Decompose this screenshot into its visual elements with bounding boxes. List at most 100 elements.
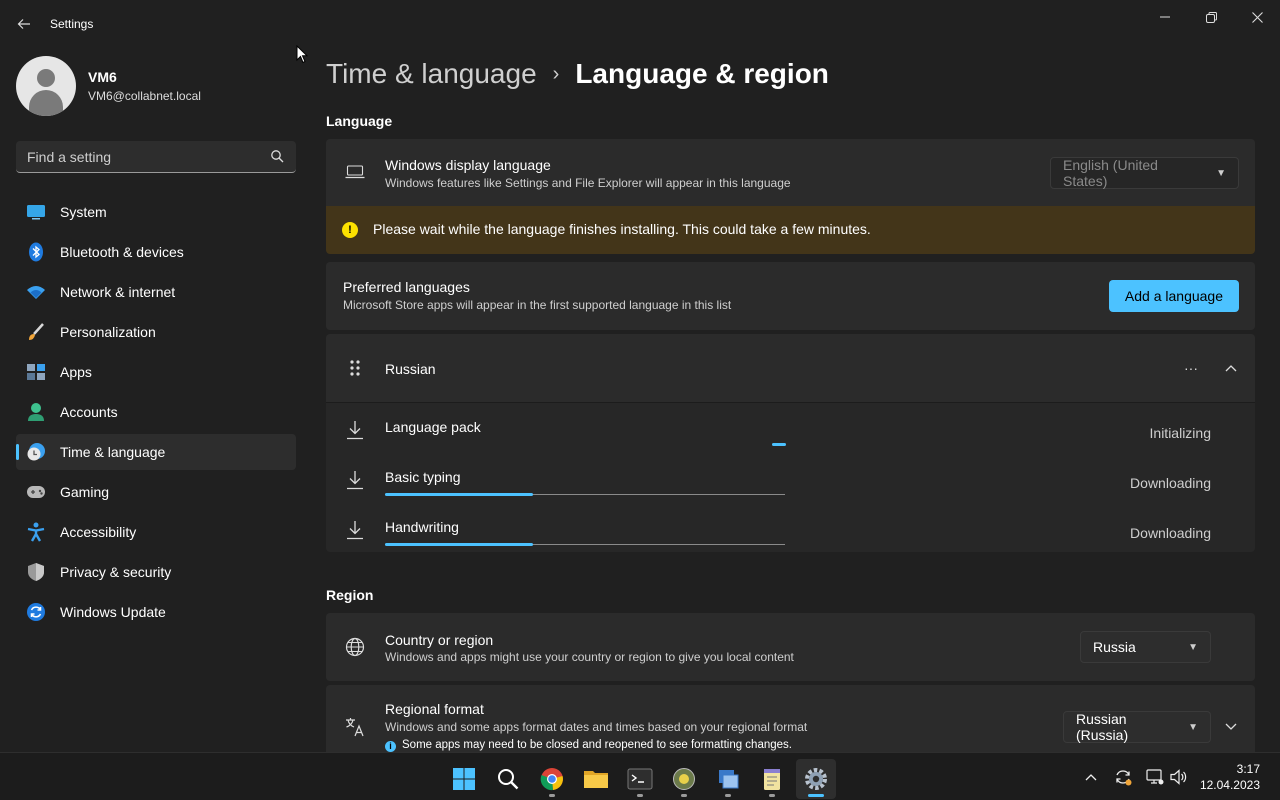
sidebar-item-accounts[interactable]: Accounts	[16, 394, 296, 430]
feature-status: Downloading	[1130, 475, 1211, 491]
tray-sync[interactable]	[1113, 767, 1133, 787]
close-icon	[1251, 11, 1263, 23]
page-title: Language & region	[575, 58, 829, 89]
sidebar-item-bluetooth[interactable]: Bluetooth & devices	[16, 234, 296, 270]
close-button[interactable]	[1234, 6, 1280, 28]
bluetooth-icon	[26, 242, 46, 262]
taskbar-app-2[interactable]	[708, 759, 748, 799]
taskbar-chrome[interactable]	[532, 759, 572, 799]
tray-volume[interactable]	[1169, 767, 1189, 787]
sidebar-nav: System Bluetooth & devices Network & int…	[16, 194, 296, 634]
mouse-cursor-icon	[296, 45, 308, 64]
regional-format-dropdown[interactable]: Russian (Russia) ▼	[1063, 711, 1211, 743]
section-title-region: Region	[326, 587, 374, 603]
sidebar-item-label: Network & internet	[60, 284, 176, 300]
sidebar-item-label: Privacy & security	[60, 564, 172, 580]
minimize-button[interactable]	[1142, 6, 1188, 28]
country-dropdown[interactable]: Russia ▼	[1080, 631, 1211, 663]
chrome-icon	[540, 768, 563, 791]
profile-name: VM6	[88, 69, 117, 85]
section-title-language: Language	[326, 113, 393, 129]
sidebar-item-label: Gaming	[60, 484, 110, 500]
start-button[interactable]	[444, 759, 484, 799]
sidebar-item-label: Apps	[60, 364, 92, 380]
tray-network[interactable]	[1145, 767, 1165, 787]
regional-format-icon	[344, 716, 366, 738]
restore-button[interactable]	[1188, 6, 1234, 28]
taskbar-settings[interactable]	[796, 759, 836, 799]
gamepad-icon	[26, 482, 46, 502]
settings-icon	[805, 768, 827, 790]
feature-status: Initializing	[1149, 425, 1211, 441]
sidebar-item-label: Accessibility	[60, 524, 137, 540]
tray-overflow-button[interactable]	[1081, 767, 1101, 787]
sidebar-item-apps[interactable]: Apps	[16, 354, 296, 390]
taskbar-app-1[interactable]	[664, 759, 704, 799]
preferred-languages-subtitle: Microsoft Store apps will appear in the …	[343, 298, 732, 312]
feature-status: Downloading	[1130, 525, 1211, 541]
progress-bar	[385, 493, 785, 496]
accounts-icon	[26, 402, 46, 422]
sidebar-item-label: System	[60, 204, 107, 220]
sidebar-item-label: Bluetooth & devices	[60, 244, 184, 260]
expand-button[interactable]	[1216, 712, 1246, 742]
collapse-button[interactable]	[1216, 353, 1246, 383]
regional-format-subtitle: Windows and some apps format dates and t…	[385, 720, 808, 734]
country-value: Russia	[1093, 639, 1136, 655]
sidebar-item-system[interactable]: System	[16, 194, 296, 230]
wifi-icon	[26, 282, 46, 302]
install-warning-banner: ! Please wait while the language finishe…	[326, 206, 1255, 254]
taskbar-terminal[interactable]	[620, 759, 660, 799]
accessibility-icon	[26, 522, 46, 542]
add-language-button[interactable]: Add a language	[1108, 280, 1239, 312]
laptop-icon	[344, 161, 366, 183]
sidebar-item-gaming[interactable]: Gaming	[16, 474, 296, 510]
feature-language-pack: Language pack Initializing	[326, 407, 1255, 457]
sidebar-item-label: Time & language	[60, 444, 166, 460]
info-icon: i	[385, 741, 396, 752]
taskbar-notepad[interactable]	[752, 759, 792, 799]
sidebar-item-windows-update[interactable]: Windows Update	[16, 594, 296, 630]
breadcrumb-parent[interactable]: Time & language	[326, 58, 537, 90]
sidebar-item-accessibility[interactable]: Accessibility	[16, 514, 296, 550]
regional-format-note: i Some apps may need to be closed and reo…	[385, 739, 792, 752]
taskbar-search-button[interactable]	[488, 759, 528, 799]
chevron-up-icon	[1085, 774, 1097, 781]
file-explorer-icon	[584, 771, 608, 788]
shield-icon	[26, 562, 46, 582]
taskbar: 3:17 12.04.2023	[0, 752, 1280, 800]
regional-format-card[interactable]: Regional format Windows and some apps fo…	[326, 685, 1255, 752]
country-title: Country or region	[385, 632, 494, 648]
sidebar-item-label: Personalization	[60, 324, 156, 340]
user-profile[interactable]: VM6 VM6@collabnet.local	[16, 56, 201, 116]
display-language-dropdown[interactable]: English (United States) ▼	[1050, 157, 1239, 189]
minimize-icon	[1160, 16, 1170, 18]
preferred-languages-title: Preferred languages	[343, 279, 470, 295]
search-input[interactable]: Find a setting	[16, 141, 296, 173]
preferred-languages-card: Preferred languages Microsoft Store apps…	[326, 262, 1255, 330]
sidebar-item-network[interactable]: Network & internet	[16, 274, 296, 310]
sidebar-item-time-language[interactable]: Time & language	[16, 434, 296, 470]
taskbar-file-explorer[interactable]	[576, 759, 616, 799]
sidebar-item-personalization[interactable]: Personalization	[16, 314, 296, 350]
chevron-down-icon	[1225, 723, 1237, 730]
sidebar-item-privacy[interactable]: Privacy & security	[16, 554, 296, 590]
taskbar-clock[interactable]: 3:17 12.04.2023	[1200, 761, 1260, 793]
more-options-button[interactable]: ···	[1176, 353, 1206, 383]
display-language-title: Windows display language	[385, 157, 551, 173]
clock-date: 12.04.2023	[1199, 778, 1260, 792]
sidebar-item-label: Windows Update	[60, 604, 166, 620]
profile-email: VM6@collabnet.local	[88, 89, 201, 103]
start-icon	[453, 768, 475, 790]
drag-handle-icon[interactable]	[344, 357, 366, 379]
back-button[interactable]	[10, 10, 38, 38]
language-item-russian[interactable]: Russian ···	[326, 334, 1255, 402]
avatar	[16, 56, 76, 116]
display-language-value: English (United States)	[1063, 157, 1158, 189]
country-region-card: Country or region Windows and apps might…	[326, 613, 1255, 681]
search-icon	[271, 150, 284, 163]
app-title: Settings	[50, 17, 94, 31]
indeterminate-progress	[772, 443, 786, 446]
network-icon	[1146, 769, 1164, 785]
terminal-icon	[627, 768, 653, 790]
